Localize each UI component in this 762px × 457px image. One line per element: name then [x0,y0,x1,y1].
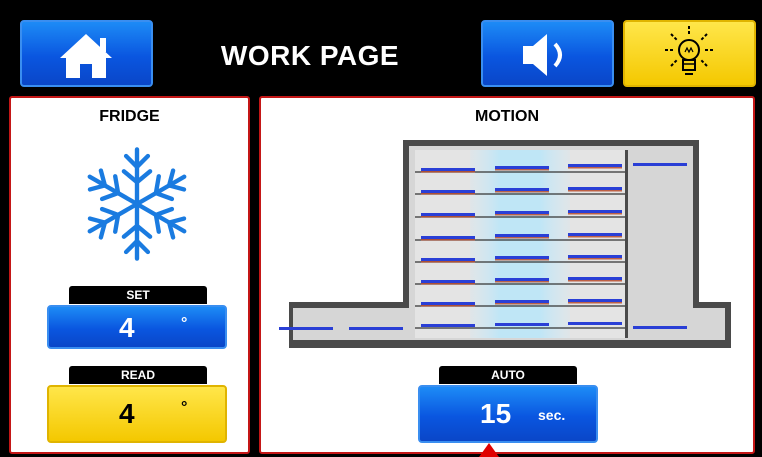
auto-label: AUTO [439,366,577,384]
set-unit: ° [181,315,188,332]
read-label: READ [69,366,207,384]
light-button[interactable] [623,20,756,87]
auto-unit: sec. [538,407,566,423]
home-button[interactable] [20,20,153,87]
sound-button[interactable] [481,20,614,87]
fridge-panel: FRIDGE SET 4 ° READ 4 ° [9,96,250,454]
read-unit: ° [181,399,188,416]
set-label: SET [69,286,207,304]
auto-time-field[interactable]: 15 sec. [418,385,598,443]
fridge-title: FRIDGE [99,108,160,125]
set-value-field[interactable]: 4 ° [47,305,227,349]
motion-panel: MOTION AUTO 15 sec. [259,96,755,454]
set-value: 4 [119,312,135,343]
read-value: 4 [119,398,135,429]
speaker-icon [523,34,562,76]
conveyor-diagram [279,140,731,348]
motion-title: MOTION [475,108,539,125]
lightbulb-icon [665,26,713,75]
auto-value: 15 [480,398,512,429]
home-icon [60,34,112,78]
snowflake-icon [67,147,207,264]
page-title: WORK PAGE [220,40,400,71]
indicator-arrow-icon [479,443,499,457]
read-value-field: 4 ° [47,385,227,443]
